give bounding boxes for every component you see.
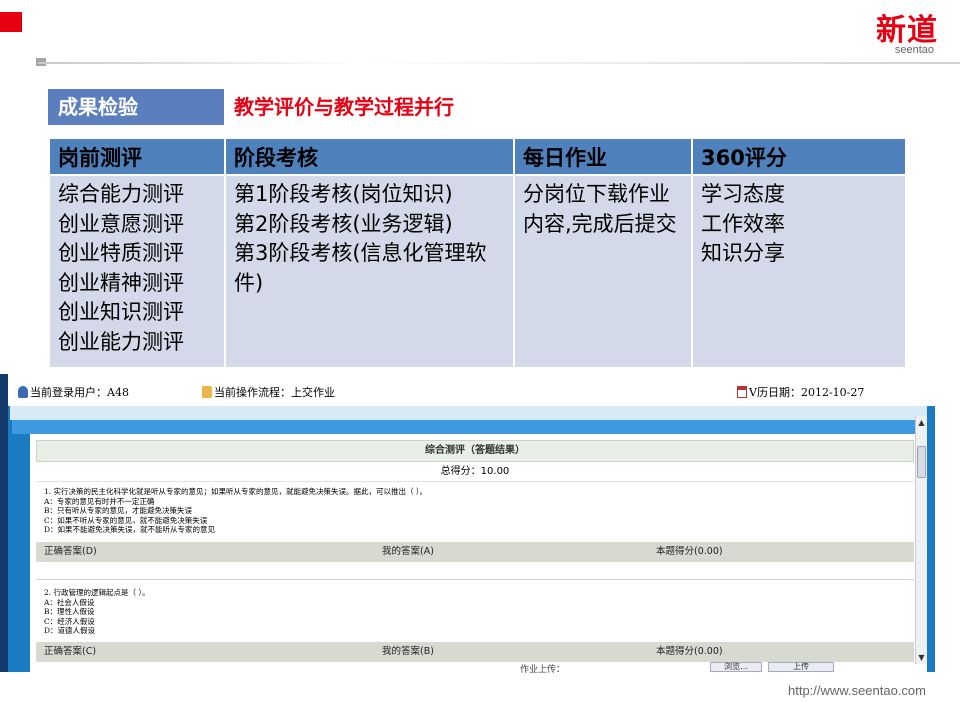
list-item: 第1阶段考核(岗位知识) [234,182,453,206]
list-item: 创业精神测评 [58,270,184,295]
header-daily-homework: 每日作业 [513,137,693,176]
table-body-row: 综合能力测评 创业意愿测评 创业特质测评 创业精神测评 创业知识测评 创业能力测… [48,174,907,369]
list-item: 知识分享 [701,241,785,265]
header-stage-exam: 阶段考核 [224,137,515,176]
user-icon [18,386,28,398]
list-item: 创业特质测评 [58,241,184,265]
question-text: 1. 实行决策的民主化科学化就是听从专家的意见；如果听从专家的意见，就能避免决策… [44,487,428,496]
scroll-thumb[interactable] [917,446,926,478]
option-d: D：道德人假设 [44,626,96,635]
my-answer: 我的答案(A) [382,546,434,557]
header-pre-job-test: 岗前测评 [48,137,226,176]
homework-text: 分岗位下载作业内容,完成后提交 [523,182,677,236]
option-b: B：理性人假设 [44,607,95,616]
spacer-row [36,562,914,580]
calendar-icon [737,386,747,398]
cell-pre-job-tests: 综合能力测评 创业意愿测评 创业特质测评 创业精神测评 创业知识测评 创业能力测… [48,174,226,369]
section-subtitle: 教学评价与教学过程并行 [234,95,454,119]
question-1: 1. 实行决策的民主化科学化就是听从专家的意见；如果听从专家的意见，就能避免决策… [44,487,427,535]
logo-text: 新道 [876,13,938,48]
option-a: A：社会人假设 [44,597,95,607]
option-c: C：如果不听从专家的意见，就不能避免决策失误 [44,515,208,525]
result-title: 综合测评（答题结果） [36,440,914,462]
total-score: 总得分：10.00 [36,462,914,482]
correct-answer: 正确答案(C) [44,646,97,657]
question-score: 本题得分(0.00) [656,546,723,557]
cell-daily-homework: 分岗位下载作业内容,完成后提交 [513,174,693,369]
cell-360-score: 学习态度 工作效率 知识分享 [691,174,907,369]
list-item: 创业意愿测评 [58,211,184,236]
list-item: 创业知识测评 [58,300,184,324]
question-text: 2. 行政管理的逻辑起点是（ ）。 [44,588,150,597]
list-item: 第2阶段考核(业务逻辑) [234,211,453,236]
app-toolbar-strip [10,406,927,420]
question-2: 2. 行政管理的逻辑起点是（ ）。 A：社会人假设 B：理性人假设 C：经济人假… [44,588,150,636]
section-title: 成果检验 [48,89,224,125]
question-score: 本题得分(0.00) [656,646,723,657]
answer-row-2: 正确答案(C) 我的答案(B) 本题得分(0.00) [36,642,914,662]
current-process: 当前操作流程：上交作业 [202,384,335,400]
calendar-date: V历日期：2012-10-27 [737,384,864,400]
evaluation-table: 岗前测评 阶段考核 每日作业 360评分 综合能力测评 创业意愿测评 创业特质测… [48,137,907,369]
red-corner-mark [0,12,22,32]
header-360-score: 360评分 [691,137,907,176]
seentao-logo: 新道 seentao [876,13,938,57]
scroll-up-icon[interactable]: ▲ [916,418,927,427]
upload-label: 作业上传： [520,665,566,675]
cell-stage-exams: 第1阶段考核(岗位知识) 第2阶段考核(业务逻辑) 第3阶段考核(信息化管理软件… [224,174,515,369]
app-status-bar: 当前登录用户：A48 当前操作流程：上交作业 V历日期：2012-10-27 [8,374,935,406]
list-item: 工作效率 [701,211,785,236]
option-d: D：如果不能避免决策失误，就不能听从专家的意见 [44,525,216,534]
app-nav-strip [12,420,927,434]
option-a: A：专家的意见有时并不一定正确 [44,496,155,506]
current-user: 当前登录用户：A48 [18,384,129,400]
table-header-row: 岗前测评 阶段考核 每日作业 360评分 [48,137,907,176]
list-item: 第3阶段考核(信息化管理软件) [234,241,487,295]
list-item: 创业能力测评 [58,329,184,354]
upload-button[interactable]: 上传 [768,662,834,672]
browse-button[interactable]: 浏览... [710,662,762,672]
screenshot-left-edge [0,374,8,672]
my-answer: 我的答案(B) [382,646,434,657]
header-rule [38,62,960,64]
option-c: C：经济人假设 [44,616,95,626]
footer-url[interactable]: http://www.seentao.com [788,683,926,698]
correct-answer: 正确答案(D) [44,546,97,557]
list-item: 学习态度 [701,182,785,206]
scroll-down-icon[interactable]: ▼ [916,653,927,662]
answer-row-1: 正确答案(D) 我的答案(A) 本题得分(0.00) [36,542,914,562]
vertical-scrollbar[interactable]: ▲ ▼ [915,416,927,664]
option-b: B：只有听从专家的意见，才能避免决策失误 [44,506,193,515]
folder-icon [202,386,212,398]
list-item: 综合能力测评 [58,182,184,206]
